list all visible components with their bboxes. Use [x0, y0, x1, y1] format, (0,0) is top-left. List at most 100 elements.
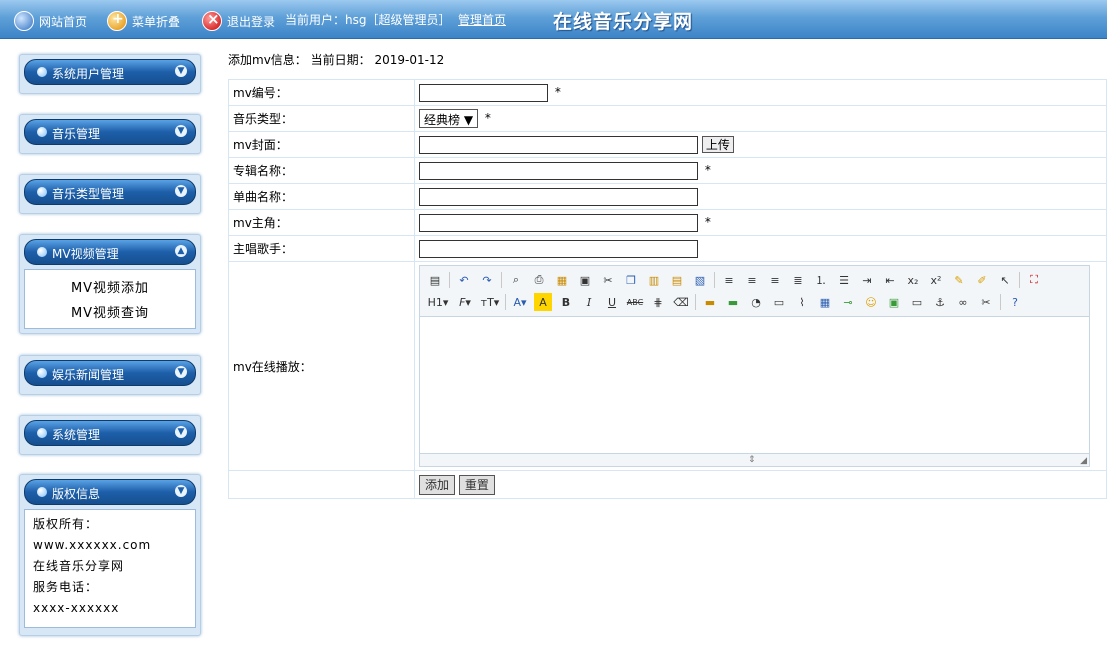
- redo-icon[interactable]: ↷: [478, 271, 496, 289]
- admin-home-link[interactable]: 管理首页: [458, 11, 506, 28]
- menu-header[interactable]: 音乐类型管理 ▼: [24, 179, 196, 205]
- anchor-icon[interactable]: ⚓: [931, 293, 949, 311]
- strikethrough-icon[interactable]: ABC: [626, 293, 644, 311]
- menu-header[interactable]: 系统用户管理 ▼: [24, 59, 196, 85]
- insert-date-icon[interactable]: ▣: [885, 293, 903, 311]
- undo-icon[interactable]: ↶: [455, 271, 473, 289]
- superscript-icon[interactable]: x²: [927, 271, 945, 289]
- editor-content-area[interactable]: [420, 317, 1089, 454]
- help-icon[interactable]: ?: [1006, 293, 1024, 311]
- menu-item-mv-query[interactable]: MV视频查询: [25, 302, 195, 321]
- emoticon-icon[interactable]: ☺: [862, 293, 880, 311]
- source-icon[interactable]: ▤: [426, 271, 444, 289]
- flash-icon[interactable]: ◔: [747, 293, 765, 311]
- unordered-list-icon[interactable]: ☰: [835, 271, 853, 289]
- italic-icon[interactable]: I: [580, 293, 598, 311]
- plus-icon: [107, 11, 127, 31]
- fullscreen-icon[interactable]: ⛶: [1025, 271, 1043, 289]
- select-all-icon[interactable]: ↖: [996, 271, 1014, 289]
- underline-icon[interactable]: U: [603, 293, 621, 311]
- bold-icon[interactable]: B: [557, 293, 575, 311]
- home-globe-icon: [14, 11, 34, 31]
- font-color-icon[interactable]: A▾: [511, 293, 529, 311]
- paste-text-icon[interactable]: ▤: [668, 271, 686, 289]
- menu-system: 系统管理 ▼: [19, 415, 201, 455]
- image-icon[interactable]: ▬: [701, 293, 719, 311]
- code-icon[interactable]: ▣: [576, 271, 594, 289]
- indent-icon[interactable]: ⇥: [858, 271, 876, 289]
- chevron-down-icon: ▼: [175, 366, 187, 378]
- current-user: 当前用户：hsg［超级管理员］: [285, 13, 451, 27]
- lead-singer-input[interactable]: [419, 239, 698, 258]
- heading-icon[interactable]: H1▾: [426, 293, 450, 311]
- mv-id-input[interactable]: [419, 83, 548, 102]
- menu-header[interactable]: 版权信息 ▼: [24, 479, 196, 505]
- reset-button[interactable]: 重置: [458, 474, 495, 495]
- menu-copyright: 版权信息 ▼ 版权所有： www.xxxxxx.com 在线音乐分享网 服务电话…: [19, 474, 201, 636]
- home-link[interactable]: 网站首页: [14, 11, 87, 31]
- menu-header[interactable]: 娱乐新闻管理 ▼: [24, 360, 196, 386]
- close-icon: [202, 10, 222, 31]
- subscript-icon[interactable]: x₂: [904, 271, 922, 289]
- menu-item-mv-add[interactable]: MV视频添加: [25, 277, 195, 296]
- menu-mv-video: MV视频管理 ▲ MV视频添加 MV视频查询: [19, 234, 201, 334]
- menu-header[interactable]: 音乐管理 ▼: [24, 119, 196, 145]
- cut-icon[interactable]: ✂: [599, 271, 617, 289]
- attachment-icon[interactable]: ⌇: [793, 293, 811, 311]
- align-justify-icon[interactable]: ≣: [789, 271, 807, 289]
- info-line: 添加mv信息： 当前日期： 2019-01-12: [228, 53, 445, 67]
- link-icon[interactable]: ∞: [954, 293, 972, 311]
- menu-entertainment-news: 娱乐新闻管理 ▼: [19, 355, 201, 395]
- upload-button[interactable]: 上传: [701, 136, 734, 153]
- editor-toolbar: ▤ ↶ ↷ ⌕ ⎙ ▦ ▣ ✂ ❐ ▥ ▤ ▧ ≡ ≡ ≡ ≣ ⒈ ☰ ⇥ ⇤ …: [420, 266, 1089, 317]
- multi-image-icon[interactable]: ▬: [724, 293, 742, 311]
- template-icon[interactable]: ▦: [553, 271, 571, 289]
- eraser-icon[interactable]: ⌫: [672, 293, 690, 311]
- music-type-select[interactable]: 经典榜 ▼: [419, 109, 479, 128]
- clear-format-icon[interactable]: ✎: [950, 271, 968, 289]
- quick-format-icon[interactable]: ✐: [973, 271, 991, 289]
- align-left-icon[interactable]: ≡: [720, 271, 738, 289]
- preview-icon[interactable]: ⌕: [507, 271, 525, 289]
- ordered-list-icon[interactable]: ⒈: [812, 271, 830, 289]
- menu-fold-link[interactable]: 菜单折叠: [107, 11, 180, 31]
- album-name-input[interactable]: [419, 161, 698, 180]
- bullet-icon: [37, 67, 47, 77]
- add-button[interactable]: 添加: [419, 474, 456, 495]
- unlink-icon[interactable]: ✂: [977, 293, 995, 311]
- mv-cover-input[interactable]: [419, 135, 698, 154]
- resize-corner-icon[interactable]: ◢: [1080, 456, 1087, 466]
- media-icon[interactable]: ▭: [770, 293, 788, 311]
- paste-word-icon[interactable]: ▧: [691, 271, 709, 289]
- paste-icon[interactable]: ▥: [645, 271, 663, 289]
- chevron-down-icon: ▼: [175, 485, 187, 497]
- pagebreak-icon[interactable]: ▭: [908, 293, 926, 311]
- font-family-icon[interactable]: F▾: [455, 293, 475, 311]
- mv-lead-input[interactable]: [419, 213, 698, 232]
- align-center-icon[interactable]: ≡: [743, 271, 761, 289]
- menu-header[interactable]: 系统管理 ▼: [24, 420, 196, 446]
- menu-system-users: 系统用户管理 ▼: [19, 54, 201, 94]
- logout-link[interactable]: 退出登录: [202, 10, 275, 31]
- menu-body: MV视频添加 MV视频查询: [24, 269, 196, 329]
- rich-text-editor: ▤ ↶ ↷ ⌕ ⎙ ▦ ▣ ✂ ❐ ▥ ▤ ▧ ≡ ≡ ≡ ≣ ⒈ ☰ ⇥ ⇤ …: [419, 265, 1090, 467]
- bullet-icon: [37, 487, 47, 497]
- dropdown-arrow-icon: ▼: [463, 113, 474, 127]
- line-height-icon[interactable]: ⋕: [649, 293, 667, 311]
- current-date: 2019-01-12: [374, 53, 445, 67]
- table-icon[interactable]: ▦: [816, 293, 834, 311]
- menu-music-types: 音乐类型管理 ▼: [19, 174, 201, 214]
- chevron-down-icon: ▼: [175, 65, 187, 77]
- copy-icon[interactable]: ❐: [622, 271, 640, 289]
- highlight-icon[interactable]: A: [534, 293, 552, 311]
- resize-grip-icon[interactable]: ⇕: [748, 455, 756, 465]
- print-icon[interactable]: ⎙: [530, 271, 548, 289]
- font-size-icon[interactable]: тT▾: [480, 293, 500, 311]
- outdent-icon[interactable]: ⇤: [881, 271, 899, 289]
- top-bar: 网站首页 菜单折叠 退出登录 当前用户：hsg［超级管理员］ 管理首页 在线音乐…: [0, 0, 1107, 39]
- align-right-icon[interactable]: ≡: [766, 271, 784, 289]
- site-title: 在线音乐分享网: [553, 11, 694, 33]
- menu-header[interactable]: MV视频管理 ▲: [24, 239, 196, 265]
- hr-icon[interactable]: ⊸: [839, 293, 857, 311]
- single-name-input[interactable]: [419, 187, 698, 206]
